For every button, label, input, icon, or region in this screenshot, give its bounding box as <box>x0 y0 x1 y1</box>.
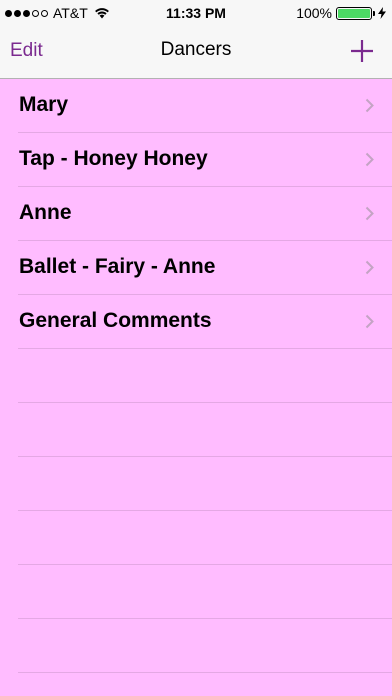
list-item-label: Anne <box>19 201 72 224</box>
status-bar: AT&T 11:33 PM 100% <box>0 0 392 27</box>
list-item[interactable]: Tap - Honey Honey <box>18 133 392 187</box>
empty-row <box>18 457 392 511</box>
empty-row <box>18 511 392 565</box>
navigation-bar: Edit Dancers <box>0 27 392 79</box>
chevron-right-icon <box>365 206 374 221</box>
dancer-list: Mary Tap - Honey Honey Anne Ballet - Fairy … <box>0 79 392 673</box>
status-right: 100% <box>296 5 386 21</box>
list-item-label: Mary <box>19 93 69 116</box>
chevron-right-icon <box>365 314 374 329</box>
plus-icon[interactable] <box>350 39 374 63</box>
battery-percentage: 100% <box>296 5 332 21</box>
empty-row <box>18 565 392 619</box>
list-item[interactable]: Ballet - Fairy - Anne <box>18 241 392 295</box>
chevron-right-icon <box>365 152 374 167</box>
list-item[interactable]: Mary <box>18 79 392 133</box>
list-item-label: General Comments <box>19 309 212 332</box>
app-screen: AT&T 11:33 PM 100% Edit Dancers Mary Tap … <box>0 0 392 696</box>
empty-row <box>18 619 392 673</box>
charging-bolt-icon <box>378 7 386 19</box>
empty-row <box>18 349 392 403</box>
battery-icon <box>336 6 372 20</box>
battery-fill <box>338 8 370 18</box>
empty-row <box>18 403 392 457</box>
list-item[interactable]: General Comments <box>18 295 392 349</box>
page-title: Dancers <box>160 39 232 60</box>
list-item[interactable]: Anne <box>18 187 392 241</box>
chevron-right-icon <box>365 98 374 113</box>
list-item-label: Ballet - Fairy - Anne <box>19 255 216 278</box>
list-item-label: Tap - Honey Honey <box>19 147 208 170</box>
battery-tip <box>373 10 375 16</box>
chevron-right-icon <box>365 260 374 275</box>
